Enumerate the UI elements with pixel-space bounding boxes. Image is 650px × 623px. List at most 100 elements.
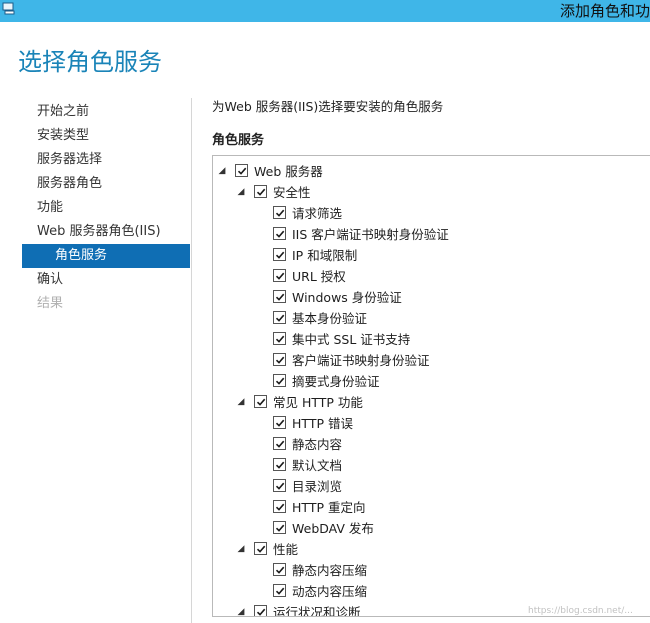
tree-row[interactable]: IP 和域限制 [253, 244, 357, 265]
tree-item-label: 常见 HTTP 功能 [273, 395, 363, 410]
tree-item-label: HTTP 重定向 [292, 500, 366, 515]
expand-collapse-icon[interactable]: ◢ [215, 160, 229, 181]
tree-row[interactable]: HTTP 错误 [253, 412, 353, 433]
nav-item[interactable]: Web 服务器角色(IIS) [22, 220, 190, 244]
checkbox[interactable] [254, 605, 267, 616]
tree-item-label: 性能 [273, 542, 299, 557]
tree-item-label: 静态内容 [292, 437, 343, 452]
checkbox[interactable] [273, 479, 286, 492]
checkbox[interactable] [273, 269, 286, 282]
checkbox[interactable] [273, 353, 286, 366]
checkbox[interactable] [273, 500, 286, 513]
tree-row[interactable]: ◢ 安全性 [234, 181, 311, 202]
checkbox[interactable] [273, 290, 286, 303]
description-text: 为Web 服务器(IIS)选择要安装的角色服务 [212, 99, 444, 114]
nav-item[interactable]: 角色服务 [22, 244, 190, 268]
role-services-tree[interactable]: ◢ Web 服务器 ◢ 安全性请求筛选 IIS 客户端证书映射身份验证 IP 和域限制 UR… [212, 155, 650, 617]
checkbox[interactable] [273, 332, 286, 345]
tree-row[interactable]: URL 授权 [253, 265, 346, 286]
expand-collapse-icon[interactable]: ◢ [234, 181, 248, 202]
tree-row[interactable]: HTTP 重定向 [253, 496, 365, 517]
tree-item-label: HTTP 错误 [292, 416, 353, 431]
checkbox[interactable] [273, 563, 286, 576]
tree-row[interactable]: ◢ 运行状况和诊断 [234, 601, 361, 617]
checkbox[interactable] [273, 206, 286, 219]
tree-item-label: 运行状况和诊断 [273, 605, 361, 617]
checkbox[interactable] [273, 437, 286, 450]
checkbox[interactable] [273, 374, 286, 387]
checkbox[interactable] [273, 248, 286, 261]
tree-item-label: 安全性 [273, 185, 311, 200]
expand-collapse-icon[interactable]: ◢ [234, 391, 248, 412]
tree-item-label: IP 和域限制 [292, 248, 358, 263]
window-title: 添加角色和功 [559, 2, 650, 20]
tree-item-label: 目录浏览 [292, 479, 343, 494]
tree-item-label: 客户端证书映射身份验证 [292, 353, 430, 368]
server-manager-icon [2, 2, 15, 15]
checkbox[interactable] [273, 521, 286, 534]
tree-item-label: WebDAV 发布 [292, 521, 374, 536]
expand-collapse-icon[interactable]: ◢ [234, 601, 248, 617]
tree-row[interactable]: 静态内容压缩 [253, 559, 367, 580]
tree-row[interactable]: IIS 客户端证书映射身份验证 [253, 223, 449, 244]
tree-item-label: IIS 客户端证书映射身份验证 [292, 227, 449, 242]
nav-divider [191, 98, 192, 623]
tree-item-label: 集中式 SSL 证书支持 [292, 332, 411, 347]
page-title: 选择角色服务 [18, 48, 162, 76]
expand-collapse-icon[interactable]: ◢ [234, 538, 248, 559]
nav-item[interactable]: 确认 [22, 268, 190, 292]
tree-row[interactable]: 客户端证书映射身份验证 [253, 349, 430, 370]
checkbox[interactable] [254, 542, 267, 555]
tree-row[interactable]: ◢ 性能 [234, 538, 298, 559]
checkbox[interactable] [273, 458, 286, 471]
checkbox[interactable] [254, 185, 267, 198]
tree-item-label: 静态内容压缩 [292, 563, 368, 578]
tree-row[interactable]: 基本身份验证 [253, 307, 367, 328]
nav-item[interactable]: 功能 [22, 196, 190, 220]
role-services-label: 角色服务 [212, 133, 265, 148]
nav-item[interactable]: 安装类型 [22, 124, 190, 148]
checkbox[interactable] [273, 584, 286, 597]
nav-item[interactable]: 开始之前 [22, 100, 190, 124]
checkbox[interactable] [254, 395, 267, 408]
tree-row[interactable]: ◢ Web 服务器 [215, 160, 323, 181]
tree-row[interactable]: Windows 身份验证 [253, 286, 402, 307]
checkbox[interactable] [273, 311, 286, 324]
nav-item[interactable]: 服务器角色 [22, 172, 190, 196]
checkbox[interactable] [235, 164, 248, 177]
tree-item-label: 动态内容压缩 [292, 584, 368, 599]
tree-row[interactable]: 目录浏览 [253, 475, 342, 496]
checkbox[interactable] [273, 416, 286, 429]
tree-row[interactable]: 集中式 SSL 证书支持 [253, 328, 410, 349]
tree-row[interactable]: 请求筛选 [253, 202, 342, 223]
tree-row[interactable]: ◢ 常见 HTTP 功能 [234, 391, 363, 412]
tree-item-label: 请求筛选 [292, 206, 343, 221]
tree-item-label: 摘要式身份验证 [292, 374, 380, 389]
checkbox[interactable] [273, 227, 286, 240]
nav-item: 结果 [37, 296, 64, 311]
tree-row[interactable]: 摘要式身份验证 [253, 370, 380, 391]
wizard-nav: 开始之前 安装类型 服务器选择 服务器角色 功能 Web 服务器角色(IIS) 角色服务 确认… [22, 100, 190, 316]
tree-row[interactable]: 静态内容 [253, 433, 342, 454]
title-bar: 添加角色和功 [0, 0, 650, 22]
tree-item-label: URL 授权 [292, 269, 346, 284]
tree-item-label: Web 服务器 [254, 164, 323, 179]
tree-row[interactable]: WebDAV 发布 [253, 517, 374, 538]
tree-row[interactable]: 动态内容压缩 [253, 580, 367, 601]
nav-item[interactable]: 服务器选择 [22, 148, 190, 172]
tree-item-label: Windows 身份验证 [292, 290, 402, 305]
tree-row[interactable]: 默认文档 [253, 454, 342, 475]
